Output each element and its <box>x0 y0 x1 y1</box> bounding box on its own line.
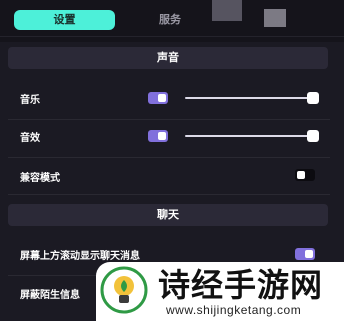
tab-overlay <box>212 0 242 21</box>
row-divider <box>8 119 330 120</box>
tab-divider <box>0 36 344 37</box>
section-header-chat: 聊天 <box>8 204 328 226</box>
section-header-sound: 声音 <box>8 47 328 69</box>
sfx-toggle[interactable] <box>148 130 168 142</box>
music-slider-track <box>185 97 313 99</box>
sfx-slider-handle[interactable] <box>307 130 319 142</box>
compat-mode-toggle[interactable] <box>295 169 315 181</box>
compat-mode-label: 兼容模式 <box>20 173 60 184</box>
row-divider <box>8 157 330 158</box>
lightbulb-logo-icon <box>100 266 148 314</box>
tab-settings[interactable]: 设置 <box>14 10 115 30</box>
watermark-title: 诗经手游网 <box>158 266 324 304</box>
music-toggle[interactable] <box>148 92 168 104</box>
chat-scroll-label: 屏幕上方滚动显示聊天消息 <box>20 251 140 262</box>
chat-scroll-toggle[interactable] <box>295 248 315 260</box>
row-divider <box>8 194 330 195</box>
tab-services[interactable]: 服务 <box>128 10 212 30</box>
music-label: 音乐 <box>20 95 40 106</box>
block-strangers-label: 屏蔽陌生信息 <box>20 290 80 301</box>
music-slider-handle[interactable] <box>307 92 319 104</box>
sfx-label: 音效 <box>20 133 40 144</box>
watermark-url: www.shijingketang.com <box>166 303 302 317</box>
tab-other[interactable]: … <box>244 10 314 30</box>
sfx-slider-track <box>185 135 313 137</box>
